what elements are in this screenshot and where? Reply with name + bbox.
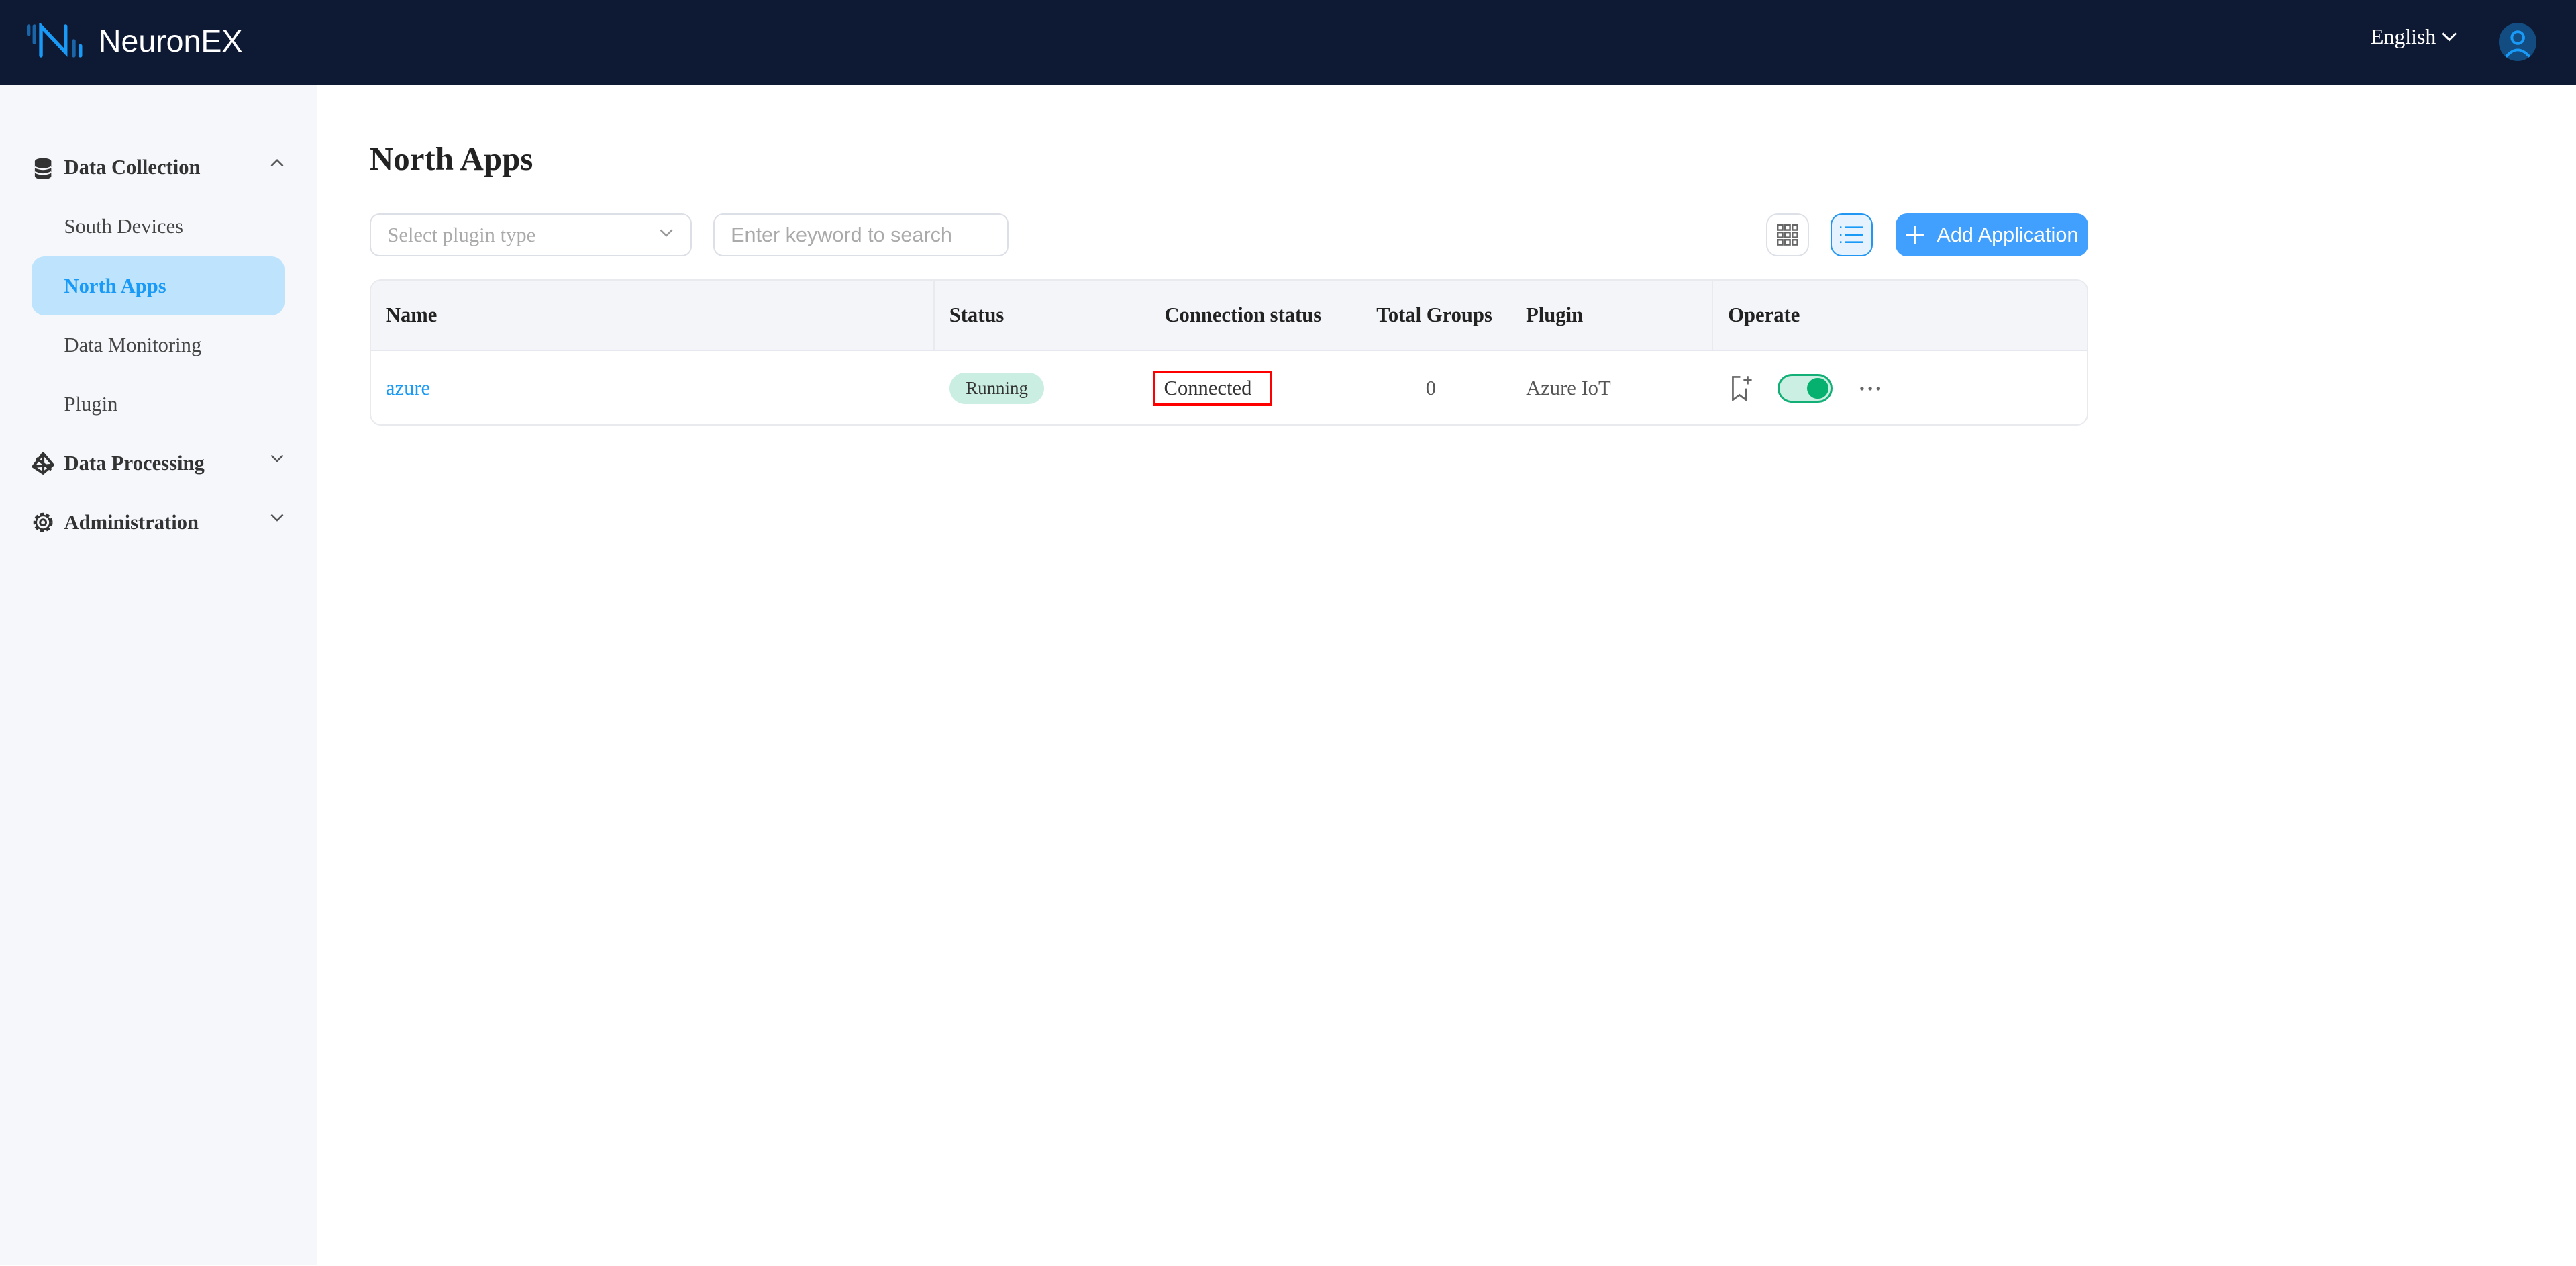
north-apps-table: Name Status Connection status Total Grou… <box>369 279 2088 426</box>
toggle-knob <box>1807 377 1829 399</box>
chevron-down-icon <box>270 514 283 522</box>
sidebar-item-plugin[interactable]: Plugin <box>32 375 285 434</box>
grid-icon <box>1776 224 1798 246</box>
column-divider <box>1711 281 1714 350</box>
search-input[interactable] <box>731 223 994 247</box>
sidebar-item-label: Data Monitoring <box>64 333 202 356</box>
total-groups: 0 <box>1425 377 1437 400</box>
user-icon <box>2504 30 2532 58</box>
column-header-name: Name <box>385 303 437 327</box>
language-selector[interactable]: English <box>2371 25 2457 49</box>
sidebar-group-label: Administration <box>64 511 199 534</box>
chevron-down-icon <box>660 229 673 237</box>
network-icon <box>31 452 54 475</box>
page-title: North Apps <box>369 140 533 178</box>
sidebar-item-label: North Apps <box>64 274 166 297</box>
column-header-plugin: Plugin <box>1526 303 1584 327</box>
chevron-up-icon <box>270 158 283 167</box>
gear-icon <box>32 511 54 534</box>
sidebar-item-north-apps[interactable]: North Apps <box>31 256 285 316</box>
language-label: English <box>2371 24 2436 48</box>
enable-toggle[interactable] <box>1777 374 1833 403</box>
chevron-down-icon <box>2442 32 2457 42</box>
database-icon <box>32 156 54 179</box>
add-application-label: Add Application <box>1937 223 2079 246</box>
status-badge: Running <box>949 373 1045 404</box>
bookmark-add-icon[interactable] <box>1731 375 1754 402</box>
table-header: Name Status Connection status Total Grou… <box>370 281 2087 352</box>
search-field[interactable] <box>713 213 1009 256</box>
sidebar-item-data-monitoring[interactable]: Data Monitoring <box>32 315 285 375</box>
app-name-link[interactable]: azure <box>386 350 430 424</box>
column-header-total-groups: Total Groups <box>1376 303 1492 327</box>
column-header-operate: Operate <box>1728 303 1800 327</box>
plugin-name: Azure IoT <box>1526 377 1611 400</box>
brand-logo[interactable]: NeuronEX <box>26 23 242 59</box>
top-bar: NeuronEX English <box>0 0 2576 86</box>
plugin-type-select[interactable]: Select plugin type <box>369 213 692 256</box>
sidebar-group-administration[interactable]: Administration <box>32 493 285 552</box>
sidebar: Data Collection South Devices North Apps… <box>0 85 317 1266</box>
sidebar-group-data-collection[interactable]: Data Collection <box>32 138 285 197</box>
list-view-button[interactable] <box>1830 213 1873 256</box>
chevron-down-icon <box>270 454 283 462</box>
plus-icon <box>1905 226 1924 244</box>
brand-name: NeuronEX <box>98 23 243 59</box>
sidebar-group-label: Data Processing <box>64 451 205 475</box>
list-icon <box>1840 226 1863 244</box>
column-header-status: Status <box>949 303 1004 327</box>
sidebar-group-label: Data Collection <box>64 156 201 179</box>
add-application-button[interactable]: Add Application <box>1896 213 2088 256</box>
plugin-type-placeholder: Select plugin type <box>387 223 536 246</box>
row-operations <box>1731 350 1882 424</box>
column-header-connection-status: Connection status <box>1164 303 1322 327</box>
sidebar-item-south-devices[interactable]: South Devices <box>32 197 285 256</box>
sidebar-group-data-processing[interactable]: Data Processing <box>31 434 285 493</box>
grid-view-button[interactable] <box>1766 213 1809 256</box>
sidebar-item-label: Plugin <box>64 392 118 416</box>
column-divider <box>933 281 935 350</box>
user-avatar[interactable] <box>2499 23 2537 61</box>
more-icon[interactable] <box>1859 385 1882 392</box>
sidebar-item-label: South Devices <box>64 215 184 238</box>
connection-status: Connected <box>1153 371 1273 406</box>
neuron-logo-icon <box>27 23 83 58</box>
